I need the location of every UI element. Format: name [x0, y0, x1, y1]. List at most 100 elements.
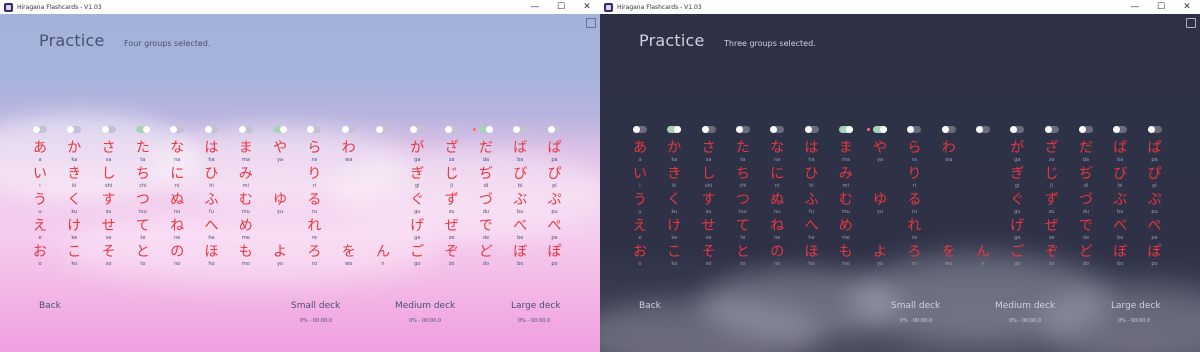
romaji-label: ku	[671, 209, 678, 215]
kana-character: そ	[701, 244, 716, 260]
kana-cell: うu	[23, 192, 57, 216]
kana-character: べ	[513, 218, 528, 234]
practice-screen: Practice Four groups selected. あaいiうuえeお…	[0, 14, 600, 352]
kana-character: ま	[238, 140, 253, 156]
kana-character: ぶ	[1113, 192, 1128, 208]
group-toggle[interactable]	[204, 126, 219, 133]
group-toggle[interactable]	[907, 126, 922, 133]
kana-cell: は ha	[195, 141, 229, 164]
group-toggle[interactable]	[1113, 126, 1128, 133]
group-toggle[interactable]	[838, 126, 853, 133]
group-toggle[interactable]	[633, 126, 647, 133]
kana-character: ぴ	[1147, 166, 1162, 182]
kana-cell: げ ge	[1000, 219, 1034, 242]
group-toggle[interactable]	[273, 126, 288, 133]
romaji-label: da	[482, 157, 490, 163]
group-toggle[interactable]	[976, 126, 990, 133]
kana-cell: ぢ di	[469, 167, 503, 190]
romaji-label: ba	[517, 157, 524, 163]
kana-character: や	[873, 140, 888, 156]
group-toggle[interactable]	[735, 126, 750, 133]
romaji-label: he	[808, 235, 815, 241]
kana-character: わ	[941, 140, 956, 156]
romaji-label: nu	[774, 209, 781, 215]
medium-deck-button[interactable]: Medium deck	[395, 301, 455, 311]
minimize-button[interactable]: —	[522, 0, 548, 14]
group-toggle[interactable]	[410, 126, 425, 133]
kana-character: ん	[376, 244, 390, 260]
kana-cell: ぴ pi	[538, 167, 572, 190]
romaji-label: ka	[671, 157, 678, 163]
romaji-label: zu	[1048, 209, 1055, 215]
kana-character: ら	[907, 140, 922, 156]
romaji-label: wo	[945, 261, 953, 267]
group-toggle[interactable]	[478, 126, 493, 133]
close-button[interactable]: ✕	[574, 0, 600, 14]
group-toggle[interactable]	[135, 126, 150, 133]
small-deck-button[interactable]: Small deck	[291, 301, 340, 311]
kana-cell: いi	[23, 167, 57, 190]
group-toggle[interactable]	[307, 126, 322, 133]
romaji-label: fu	[809, 209, 814, 215]
minimize-button[interactable]: —	[1122, 0, 1148, 14]
group-toggle[interactable]	[1147, 126, 1162, 133]
kana-cell: ほ ho	[795, 245, 829, 268]
expand-icon[interactable]	[1186, 18, 1196, 28]
group-toggle[interactable]	[547, 126, 562, 133]
group-toggle[interactable]	[67, 126, 82, 133]
small-deck-stat: 0% - 00:00.0	[299, 318, 333, 324]
kana-character: め	[838, 218, 853, 234]
group-toggle[interactable]	[770, 126, 785, 133]
group-toggle[interactable]	[804, 126, 819, 133]
toggle-knob	[204, 126, 212, 133]
kana-character: で	[1078, 218, 1093, 234]
group-toggle[interactable]	[444, 126, 459, 133]
expand-icon[interactable]	[586, 18, 596, 28]
romaji-label: de	[482, 235, 490, 241]
kana-character: ぬ	[770, 192, 785, 208]
small-deck-button[interactable]: Small deck	[891, 301, 940, 311]
toggle-knob	[976, 126, 983, 133]
kana-cell: ひ hi	[195, 167, 229, 190]
group-toggle[interactable]	[33, 126, 47, 133]
group-toggle[interactable]	[101, 126, 116, 133]
maximize-button[interactable]: ☐	[1148, 0, 1174, 14]
group-toggle[interactable]	[701, 126, 716, 133]
kana-cell: す su	[692, 193, 726, 216]
medium-deck-button[interactable]: Medium deck	[995, 301, 1055, 311]
back-button[interactable]: Back	[639, 301, 661, 311]
large-deck-button[interactable]: Large deck	[1111, 301, 1161, 311]
kana-character: ひ	[804, 166, 819, 182]
kana-character: う	[33, 192, 47, 208]
group-toggle[interactable]	[1010, 126, 1025, 133]
group-toggle[interactable]	[376, 126, 390, 133]
kana-cell: し shi	[692, 167, 726, 190]
kana-cell: だ da	[1069, 141, 1103, 164]
romaji-label: shi	[705, 183, 713, 189]
group-toggle[interactable]	[238, 126, 253, 133]
back-button[interactable]: Back	[39, 301, 61, 311]
group-toggle[interactable]	[341, 126, 356, 133]
kana-cell: の no	[160, 245, 194, 268]
large-deck-button[interactable]: Large deck	[511, 301, 561, 311]
maximize-button[interactable]: ☐	[548, 0, 574, 14]
group-toggle[interactable]	[873, 126, 888, 133]
romaji-label: tsu	[739, 209, 747, 215]
group-toggle[interactable]	[170, 126, 185, 133]
group-toggle[interactable]	[941, 126, 956, 133]
group-toggle[interactable]	[1044, 126, 1059, 133]
kana-cell: ぶ bu	[1103, 192, 1137, 216]
group-toggle[interactable]	[667, 126, 682, 133]
close-button[interactable]: ✕	[1174, 0, 1200, 14]
window-title: Hiragana Flashcards - V1.03	[17, 3, 102, 11]
toggle-knob	[880, 126, 888, 133]
romaji-label: pu	[551, 209, 558, 215]
kana-character: ぼ	[513, 244, 528, 260]
romaji-label: mu	[841, 209, 850, 215]
romaji-label: ha	[808, 157, 815, 163]
romaji-label: n	[381, 261, 385, 267]
kana-cell: り ri	[897, 167, 931, 190]
group-toggle[interactable]	[513, 126, 528, 133]
romaji-label: pa	[551, 157, 558, 163]
group-toggle[interactable]	[1078, 126, 1093, 133]
